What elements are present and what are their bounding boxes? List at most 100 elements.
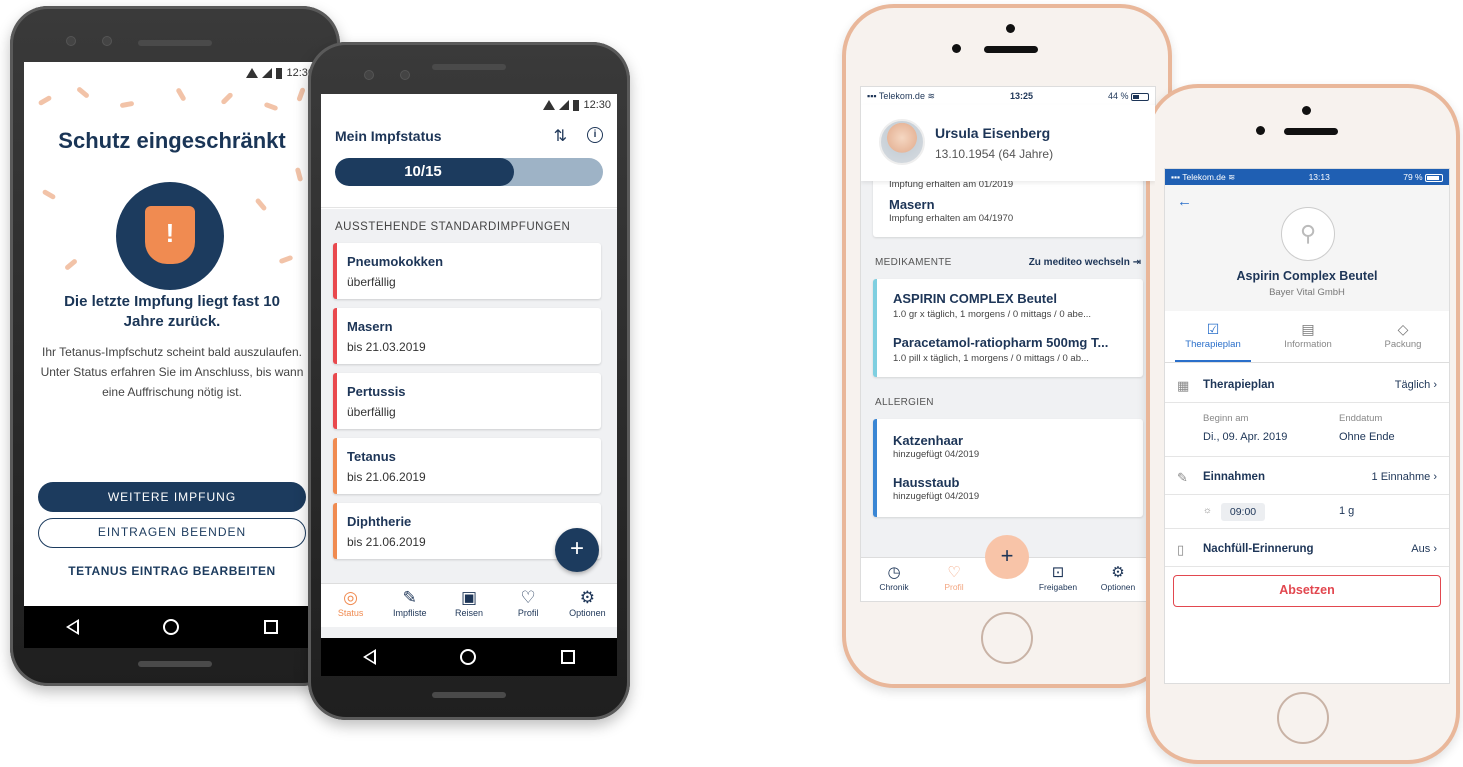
headline: Die letzte Impfung liegt fast 10 Jahre z… (64, 293, 280, 330)
intake-amount: 1 g (1339, 505, 1355, 517)
tab-options[interactable]: ⚙ Optionen (1093, 564, 1143, 592)
vaccination-name: Masern (889, 197, 935, 212)
switch-to-mediteo-link[interactable]: Zu mediteo wechseln ⇥ (1029, 257, 1141, 268)
tab-travel[interactable]: ▣ Reisen (441, 584, 497, 627)
battery-icon (573, 99, 580, 111)
phone-bottom-speaker (432, 692, 506, 698)
phone-speaker (432, 64, 506, 70)
add-entry-button[interactable]: + (985, 535, 1029, 579)
home-icon[interactable] (163, 619, 180, 635)
tab-therapy-plan[interactable]: ☑ Therapieplan (1170, 319, 1256, 350)
tab-chronik[interactable]: ◷ Chronik (869, 564, 919, 592)
tab-information[interactable]: ▤ Information (1265, 319, 1351, 350)
status-bar: 12:30 (24, 62, 320, 84)
medication-name[interactable]: ASPIRIN COMPLEX Beutel (893, 291, 1057, 306)
page-title: Mein Impfstatus (335, 128, 442, 144)
android-nav-bar (321, 638, 617, 676)
start-value: Di., 09. Apr. 2019 (1203, 431, 1288, 443)
iphone-front-camera (1256, 126, 1265, 135)
phone-bottom-speaker (138, 661, 212, 667)
home-icon[interactable] (460, 649, 477, 665)
therapy-plan-label: Therapieplan (1203, 379, 1275, 391)
intake-time[interactable]: 09:00 (1221, 503, 1265, 521)
back-icon[interactable] (66, 619, 80, 635)
edit-tetanus-entry-link[interactable]: TETANUS EINTRAG BEARBEITEN (24, 564, 320, 578)
tab-vaccination-list[interactable]: ✎ Impfliste (382, 584, 438, 627)
decor-squiggle (294, 167, 304, 182)
allergy-name[interactable]: Hausstaub (893, 475, 959, 490)
tab-profile[interactable]: ♡ Profil (929, 564, 979, 592)
android-nav-bar (24, 606, 320, 648)
avatar[interactable] (879, 119, 925, 165)
medication-placeholder-icon: ⚲ (1281, 207, 1335, 261)
decor-squiggle (64, 258, 78, 271)
finish-entry-button[interactable]: EINTRAGEN BEENDEN (38, 518, 306, 548)
intake-value: 1 Einnahme › (1371, 471, 1437, 483)
stop-medication-button[interactable]: Absetzen (1173, 575, 1441, 607)
recent-apps-icon[interactable] (560, 650, 575, 664)
tab-profile[interactable]: ♡ Profil (500, 584, 556, 627)
info-icon[interactable]: i (587, 127, 603, 143)
intake-row[interactable]: ✎ Einnahmen 1 Einnahme › (1165, 461, 1449, 495)
status-time: 13:25 (1009, 91, 1033, 101)
vaccine-name: Tetanus (347, 449, 396, 464)
end-label: Enddatum (1339, 413, 1383, 424)
app-header: Mein Impfstatus ⇅ i 10/15 (321, 116, 617, 208)
product-name: Aspirin Complex Beutel (1236, 269, 1378, 283)
pending-vaccinations-list: AUSSTEHENDE STANDARDIMPFUNGEN Pneumokokk… (321, 209, 617, 638)
vaccine-card-pneumokokken[interactable]: Pneumokokken überfällig (333, 243, 601, 299)
status-time: 12:30 (583, 99, 611, 111)
tab-sharing[interactable]: ⊡ Freigaben (1033, 564, 1083, 592)
vaccine-status: bis 21.06.2019 (347, 535, 426, 549)
vaccine-status: überfällig (347, 405, 396, 419)
allergy-date: hinzugefügt 04/2019 (893, 449, 980, 460)
tab-package[interactable]: ◇ Packung (1360, 319, 1446, 350)
further-vaccination-button[interactable]: WEITERE IMPFUNG (38, 482, 306, 512)
phone-camera (66, 36, 76, 46)
back-arrow-icon[interactable]: ← (1177, 193, 1192, 210)
document-icon: ▤ (1301, 321, 1315, 337)
iphone-front-camera (952, 44, 961, 53)
heart-icon: ♡ (947, 564, 961, 581)
warning-badge: ! (116, 182, 224, 290)
clock-icon: ◷ (887, 564, 901, 581)
medications-section-heading: MEDIKAMENTE (875, 257, 952, 268)
gear-icon: ⚙ (579, 588, 595, 607)
vaccine-card-masern[interactable]: Masern bis 21.03.2019 (333, 308, 601, 364)
status-bar: ▪▪▪ Telekom.de ≋ 13:13 79 % (1165, 169, 1449, 185)
refill-reminder-row[interactable]: ▯ Nachfüll-Erinnerung Aus › (1165, 533, 1449, 567)
wifi-icon (246, 68, 259, 78)
vaccine-card-tetanus[interactable]: Tetanus bis 21.06.2019 (333, 438, 601, 494)
active-tab-indicator (1175, 360, 1251, 362)
decor-squiggle (220, 91, 234, 106)
section-heading: AUSSTEHENDE STANDARDIMPFUNGEN (335, 221, 571, 233)
recent-apps-icon[interactable] (263, 620, 278, 634)
allergy-name[interactable]: Katzenhaar (893, 433, 963, 448)
medication-name[interactable]: Paracetamol-ratiopharm 500mg T... (893, 335, 1135, 350)
battery-icon (1131, 92, 1149, 101)
user-name: Ursula Eisenberg (935, 125, 1051, 141)
add-vaccination-button[interactable]: + (555, 528, 599, 572)
decor-squiggle (76, 86, 90, 99)
tab-status[interactable]: ◎ Status (323, 584, 379, 627)
decor-squiggle (296, 87, 306, 102)
vaccination-progress-bar: 10/15 (335, 158, 603, 186)
intake-label: Einnahmen (1203, 471, 1265, 483)
iphone-home-button[interactable] (1277, 692, 1329, 744)
tab-options[interactable]: ⚙ Optionen (559, 584, 615, 627)
vaccine-name: Masern (347, 319, 393, 334)
back-icon[interactable] (363, 649, 377, 665)
external-link-icon: ⇥ (1132, 257, 1141, 268)
decor-squiggle (37, 94, 53, 107)
vaccine-card-pertussis[interactable]: Pertussis überfällig (333, 373, 601, 429)
allergy-date: hinzugefügt 04/2019 (893, 491, 980, 502)
sort-icon[interactable]: ⇅ (554, 126, 567, 146)
medications-card: ASPIRIN COMPLEX Beutel 1.0 gr x täglich,… (873, 279, 1143, 377)
gear-icon: ⚙ (1111, 564, 1125, 581)
suitcase-icon: ▣ (460, 588, 477, 607)
iphone-home-button[interactable] (981, 612, 1033, 664)
vaccine-name: Pertussis (347, 384, 406, 399)
progress-text: 10/15 (404, 163, 442, 180)
description: Ihr Tetanus-Impfschutz scheint bald ausz… (40, 345, 304, 399)
therapy-plan-row[interactable]: ▦ Therapieplan Täglich › (1165, 369, 1449, 403)
